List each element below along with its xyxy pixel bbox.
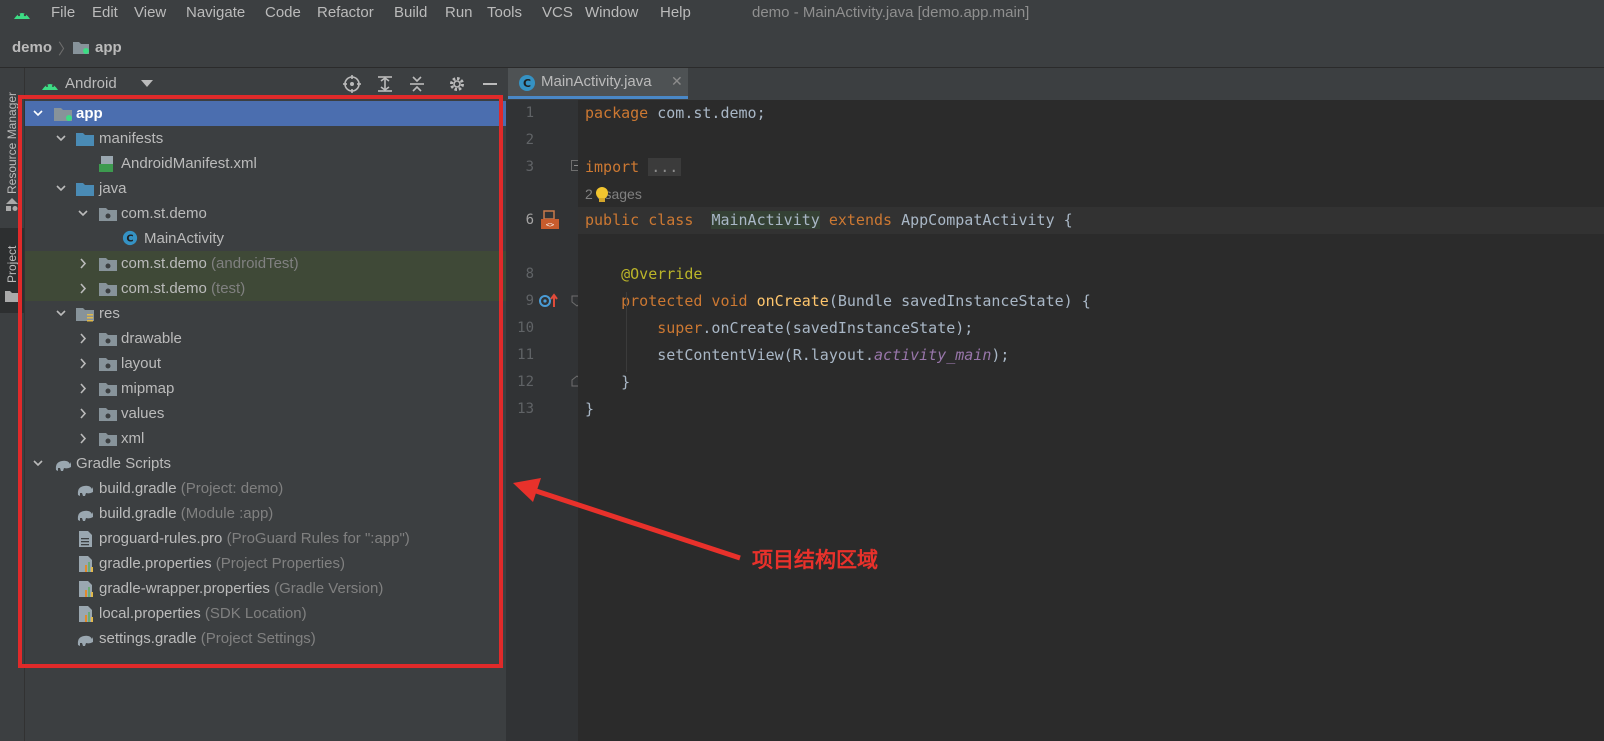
close-icon[interactable]: ✕	[671, 73, 683, 90]
code-token: com.st.demo;	[648, 104, 766, 122]
breadcrumb: demo 〉 app	[0, 27, 1604, 68]
code-token: );	[991, 346, 1010, 364]
code-line-11: setContentView(R.layout.activity_main);	[585, 346, 1009, 364]
code-line-13: }	[585, 400, 594, 418]
breadcrumb-project[interactable]: demo	[12, 39, 52, 56]
code-editor[interactable]	[578, 100, 1604, 741]
locate-icon[interactable]	[343, 75, 361, 93]
minimize-icon[interactable]	[481, 75, 499, 93]
line-number: 8	[525, 266, 534, 282]
usages-text: 2 usages	[585, 186, 642, 202]
folded-imports[interactable]: ...	[648, 158, 682, 176]
module-folder-icon	[73, 42, 89, 54]
annotation-label: 项目结构区域	[752, 549, 878, 572]
menu-edit[interactable]: Edit	[92, 4, 118, 21]
line-number: 13	[517, 401, 534, 417]
chevron-down-icon[interactable]	[141, 80, 153, 88]
menu-file[interactable]: File	[51, 4, 75, 21]
code-token: setContentView(R.layout.	[657, 346, 874, 364]
code-line-9: protected void onCreate(Bundle savedInst…	[585, 292, 1091, 310]
code-token: activity_main	[874, 346, 992, 364]
breadcrumb-module[interactable]: app	[95, 39, 122, 56]
line-number: 3	[525, 159, 534, 175]
resource-manager-icon	[6, 198, 18, 211]
code-token: package	[585, 104, 649, 122]
menu-build[interactable]: Build	[394, 4, 427, 21]
line-number: 1	[525, 105, 534, 121]
menu-refactor[interactable]: Refactor	[317, 4, 374, 21]
collapse-all-icon[interactable]	[408, 75, 426, 93]
code-token: protected void	[621, 292, 748, 310]
code-token: public class	[585, 211, 694, 229]
lightbulb-icon[interactable]	[595, 186, 609, 204]
view-selector[interactable]: Android	[65, 75, 117, 92]
menu-code[interactable]: Code	[265, 4, 301, 21]
menu-bar: File Edit View Navigate Code Refactor Bu…	[0, 0, 1604, 27]
layout-preview-icon[interactable]: <>	[540, 210, 560, 230]
breadcrumb-separator-icon: 〉	[58, 41, 74, 58]
code-line-12: }	[585, 373, 630, 391]
code-token: onCreate	[756, 292, 829, 310]
highlight-box	[18, 95, 503, 668]
class-icon: C	[519, 75, 535, 91]
line-number: 10	[517, 320, 534, 336]
line-number: 9	[525, 293, 534, 309]
menu-window[interactable]: Window	[585, 4, 638, 21]
code-token: }	[585, 400, 595, 418]
menu-vcs[interactable]: VCS	[542, 4, 573, 21]
code-token: super	[657, 319, 703, 337]
gear-icon[interactable]	[448, 75, 466, 93]
menu-navigate[interactable]: Navigate	[186, 4, 245, 21]
code-token: AppCompatActivity {	[892, 211, 1073, 229]
line-number: 6	[525, 212, 534, 228]
menu-tools[interactable]: Tools	[487, 4, 522, 21]
code-token: (Bundle savedInstanceState) {	[828, 292, 1091, 310]
tab-main-activity[interactable]: C MainActivity.java ✕	[508, 68, 688, 99]
code-token: MainActivity	[711, 211, 820, 229]
code-token: import	[585, 158, 640, 176]
code-line-10: super.onCreate(savedInstanceState);	[585, 319, 973, 337]
expand-all-icon[interactable]	[376, 75, 394, 93]
line-number: 2	[525, 132, 534, 148]
code-token: extends	[828, 211, 893, 229]
android-icon	[42, 84, 58, 90]
code-token: @Override	[621, 265, 703, 283]
project-tab-label: Project	[5, 245, 19, 283]
resource-manager-tab-label: Resource Manager	[5, 91, 19, 194]
code-line-3: import ...	[585, 158, 682, 176]
line-number: 11	[517, 347, 534, 363]
android-studio-logo-icon	[14, 13, 30, 19]
override-marker-icon[interactable]	[538, 293, 560, 309]
code-line-8: @Override	[585, 265, 702, 283]
usages-hint[interactable]: 2 usages	[585, 186, 642, 202]
code-token: .onCreate(savedInstanceState);	[702, 319, 974, 337]
editor-gutter: 1 2 3 6 8 9 10 11 12 13 <>	[506, 100, 583, 741]
code-line-1: package com.st.demo;	[585, 104, 766, 122]
project-folder-icon	[5, 291, 19, 302]
code-token: }	[621, 373, 631, 391]
svg-text:<>: <>	[546, 221, 554, 229]
menu-help[interactable]: Help	[660, 4, 691, 21]
code-line-6: public class MainActivity extends AppCom…	[585, 211, 1073, 229]
line-number: 12	[517, 374, 534, 390]
menu-run[interactable]: Run	[445, 4, 473, 21]
menu-view[interactable]: View	[134, 4, 166, 21]
window-title: demo - MainActivity.java [demo.app.main]	[752, 4, 1030, 21]
editor-tab-bar: C MainActivity.java ✕	[506, 68, 1604, 101]
svg-text:C: C	[523, 77, 531, 90]
annotation-arrow-icon	[513, 478, 741, 561]
indent-guide	[626, 292, 627, 372]
tab-label: MainActivity.java	[541, 73, 652, 90]
